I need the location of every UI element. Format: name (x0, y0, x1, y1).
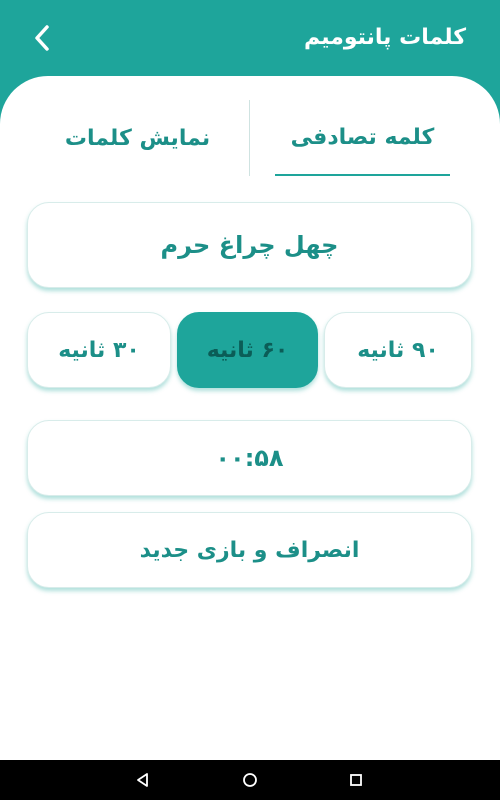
time-60-button[interactable]: ۶۰ ثانیه (177, 312, 318, 388)
page-title: کلمات پانتومیم (304, 25, 466, 50)
cancel-new-game-button[interactable]: انصراف و بازی جدید (27, 512, 472, 588)
tab-divider (249, 100, 250, 176)
timer-display: ۰۰:۵۸ (27, 420, 472, 496)
back-button[interactable] (26, 22, 58, 54)
triangle-back-icon (137, 773, 148, 787)
time-90-button[interactable]: ۹۰ ثانیه (324, 312, 472, 388)
nav-recents-button[interactable] (346, 770, 366, 790)
circle-home-icon (243, 773, 257, 787)
tab-show-words[interactable]: نمایش کلمات (50, 100, 225, 176)
chevron-left-icon (35, 25, 49, 51)
word-card: چهل چراغ حرم (27, 202, 472, 288)
tab-bar: کلمه تصادفی نمایش کلمات (0, 100, 500, 176)
app-header: کلمات پانتومیم (0, 0, 500, 80)
tab-random-word[interactable]: کلمه تصادفی (275, 100, 450, 176)
main-content: کلمه تصادفی نمایش کلمات چهل چراغ حرم ۹۰ … (0, 76, 500, 760)
system-navbar (0, 760, 500, 800)
time-30-button[interactable]: ۳۰ ثانیه (27, 312, 171, 388)
nav-home-button[interactable] (240, 770, 260, 790)
nav-back-button[interactable] (133, 770, 153, 790)
square-recents-icon (350, 774, 362, 786)
